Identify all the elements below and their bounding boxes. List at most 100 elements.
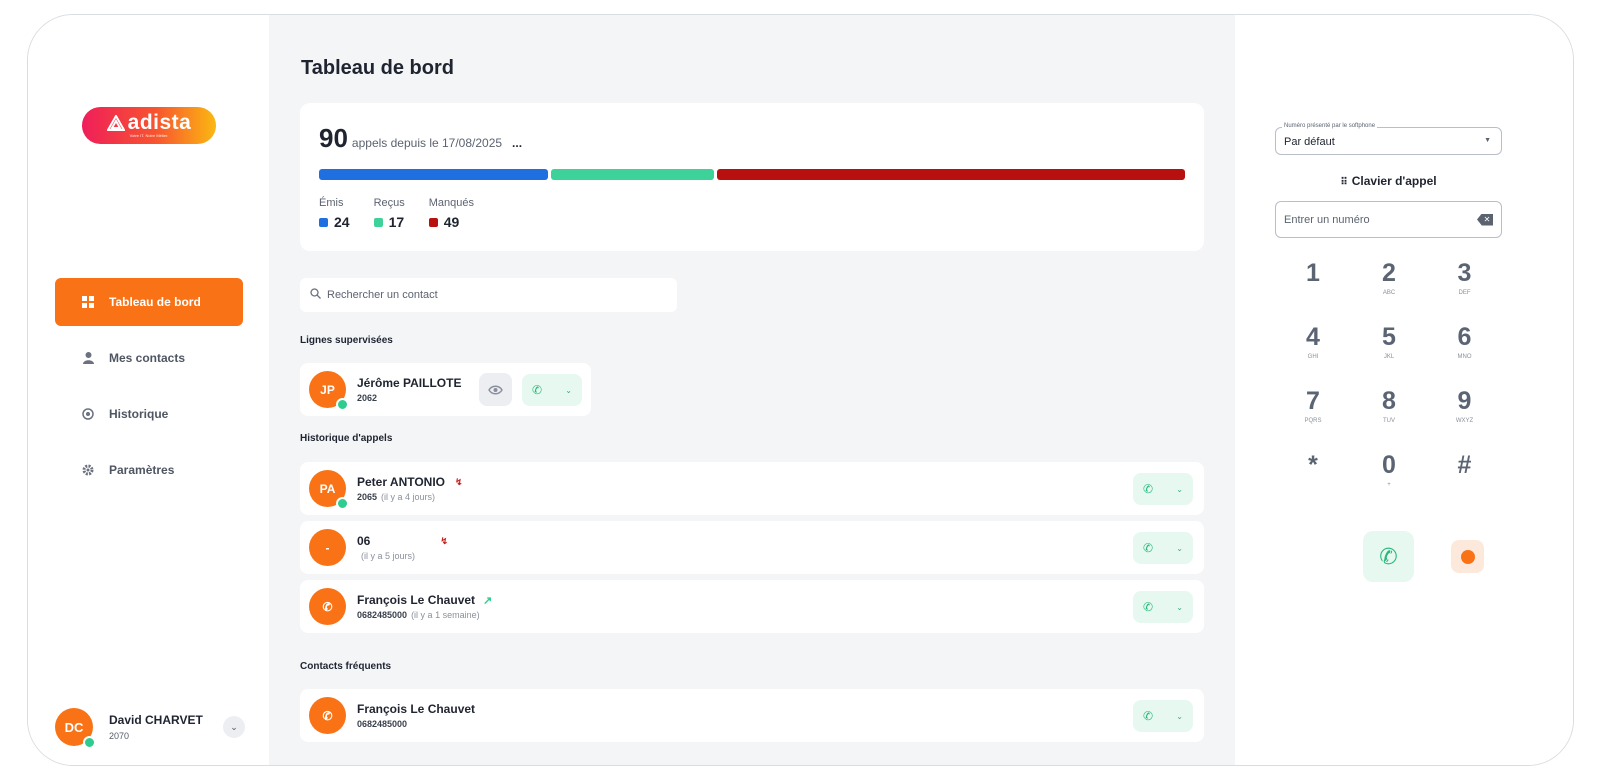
dial-call-button[interactable]: ✆ <box>1363 531 1414 582</box>
supervised-line-row: JP Jérôme PAILLOTE 2062 ✆ ⌄ <box>300 363 591 416</box>
gear-icon <box>81 463 95 477</box>
outgoing-call-icon: ↗ <box>483 594 493 607</box>
supervise-eye-button[interactable] <box>479 373 512 406</box>
legend-swatch <box>428 217 438 227</box>
call-history-title: Historique d'appels <box>300 433 393 444</box>
keypad-key[interactable]: 0 + <box>1351 450 1427 500</box>
keypad-key[interactable]: 7 PQRS <box>1275 386 1351 436</box>
online-status-dot <box>336 398 349 411</box>
dialer-panel: Numéro présenté par le softphone Par déf… <box>1235 15 1573 765</box>
emitted-bar <box>319 169 549 180</box>
keypad-digit: 1 <box>1306 259 1320 287</box>
transfer-button[interactable] <box>1451 540 1484 573</box>
backspace-icon[interactable]: ✕ <box>1477 213 1493 226</box>
sidebar-item-dashboard[interactable]: Tableau de bord <box>55 278 243 326</box>
phone-icon: ✆ <box>322 708 333 723</box>
contact-name: François Le Chauvet <box>357 593 476 607</box>
chevron-down-icon[interactable]: ⌄ <box>1176 712 1183 721</box>
adista-logo: adista Votre IT. Notre Métier. <box>82 107 216 144</box>
main-content: Tableau de bord 90 appels depuis le 17/0… <box>269 15 1235 765</box>
keypad-digit: 7 <box>1306 387 1320 415</box>
keypad-digit: 8 <box>1382 387 1396 415</box>
sidebar-item-label: Tableau de bord <box>109 295 201 309</box>
number-input[interactable] <box>1284 213 1477 226</box>
frequent-contacts-title: Contacts fréquents <box>300 661 392 672</box>
keypad-key[interactable]: # <box>1427 450 1502 500</box>
keypad-digit: 0 <box>1382 451 1396 479</box>
chevron-down-icon[interactable]: ⌄ <box>565 386 572 395</box>
chevron-down-icon[interactable]: ⌄ <box>1176 485 1183 494</box>
missed-bar <box>716 169 1185 180</box>
call-distribution-bar <box>319 169 1185 180</box>
history-row[interactable]: ✆ François Le Chauvet ↗ 0682485000 (il y a… <box>300 580 1204 633</box>
user-extension: 2070 <box>109 731 130 741</box>
caller-id-select[interactable]: Numéro présenté par le softphone Par déf… <box>1275 123 1502 155</box>
contact-number: 2065 <box>357 492 378 502</box>
keypad-key[interactable]: 4 GHI <box>1275 322 1351 372</box>
keypad-key[interactable]: 1 <box>1275 258 1351 308</box>
chevron-down-icon[interactable]: ⌄ <box>1176 544 1183 553</box>
keypad-digit: 3 <box>1457 259 1472 287</box>
contact-number: 0682485000 <box>357 719 408 729</box>
eye-icon <box>488 385 503 394</box>
keypad-digit: * <box>1308 451 1318 479</box>
sidebar-item-label: Historique <box>109 407 169 421</box>
calls-since-label: appels depuis le 17/08/2025 <box>351 136 503 150</box>
call-button[interactable]: ✆ ⌄ <box>1133 700 1193 732</box>
keypad-digit: 4 <box>1306 323 1320 351</box>
transfer-icon <box>1460 549 1475 564</box>
logo-tagline: Votre IT. Notre Métier. <box>129 133 169 138</box>
sidebar-nav: Tableau de bord Mes contacts Historique … <box>55 278 243 502</box>
call-button[interactable]: ✆ ⌄ <box>1133 532 1193 564</box>
contact-name: Jérôme PAILLOTE <box>357 376 462 390</box>
keypad-digit: 5 <box>1382 323 1396 351</box>
keypad-key[interactable]: * <box>1275 450 1351 500</box>
keypad-letters: + <box>1387 482 1391 488</box>
history-row[interactable]: PA Peter ANTONIO ↯ 2065 (il y a 4 jours) ✆… <box>300 462 1204 515</box>
call-button[interactable]: ✆ ⌄ <box>1133 591 1193 623</box>
phone-icon: ✆ <box>1143 600 1154 614</box>
sidebar-item-contacts[interactable]: Mes contacts <box>55 334 243 382</box>
sidebar-item-label: Paramètres <box>109 463 175 477</box>
keypad-title: Clavier d'appel <box>1351 174 1437 188</box>
contact-search <box>300 278 677 312</box>
search-input[interactable] <box>327 289 657 301</box>
sidebar-item-settings[interactable]: Paramètres <box>55 446 243 494</box>
legend-swatch <box>373 217 383 227</box>
missed-call-icon: ↯ <box>440 535 448 546</box>
keypad-key[interactable]: 6 MNO <box>1427 322 1502 372</box>
total-calls: 90 <box>319 123 348 153</box>
keypad-key[interactable]: 8 TUV <box>1351 386 1427 436</box>
online-status-dot <box>83 736 96 749</box>
avatar: ✆ <box>309 697 346 734</box>
frequent-contact-row[interactable]: ✆ François Le Chauvet 0682485000 ✆ ⌄ <box>300 689 1204 742</box>
keypad-key[interactable]: 9 WXYZ <box>1427 386 1502 436</box>
legend-received: Reçus 17 <box>373 197 405 230</box>
history-row[interactable]: - 06 ↯ (il y a 5 jours) ✆ ⌄ <box>300 521 1204 574</box>
user-menu-chevron-icon[interactable]: ⌄ <box>223 716 245 738</box>
contact-name: François Le Chauvet <box>357 702 476 716</box>
keypad-key[interactable]: 2 ABC <box>1351 258 1427 308</box>
sidebar-item-label: Mes contacts <box>109 351 186 365</box>
user-name: David CHARVET <box>109 713 203 727</box>
contact-name: Peter ANTONIO <box>357 475 446 489</box>
person-icon <box>81 351 95 365</box>
call-stats-card: 90 appels depuis le 17/08/2025 ... Émis … <box>300 103 1204 251</box>
phone-icon: ✆ <box>1143 541 1154 555</box>
keypad-key[interactable]: 5 JKL <box>1351 322 1427 372</box>
caller-id-label: Numéro présenté par le softphone <box>1282 123 1378 129</box>
more-options-button[interactable]: ... <box>512 136 522 150</box>
keypad-letters: WXYZ <box>1455 418 1474 424</box>
keypad-letters: DEF <box>1458 290 1471 296</box>
legend-swatch <box>319 217 328 227</box>
avatar: DC <box>55 708 96 749</box>
call-button[interactable]: ✆ ⌄ <box>522 374 582 406</box>
call-button[interactable]: ✆ ⌄ <box>1133 473 1193 505</box>
dial-keypad: 1 2 ABC 3 DEF 4 GHI 5 JKL 6 MNO 7 PQRS 8 TUV 9 WXYZ * 0 + # <box>1275 258 1502 500</box>
phone-icon: ✆ <box>532 383 543 397</box>
keypad-key[interactable]: 3 DEF <box>1427 258 1502 308</box>
keypad-icon: ⠿ <box>1340 177 1348 188</box>
chevron-down-icon[interactable]: ⌄ <box>1176 603 1183 612</box>
sidebar-item-history[interactable]: Historique <box>55 390 243 438</box>
search-icon <box>310 288 321 302</box>
